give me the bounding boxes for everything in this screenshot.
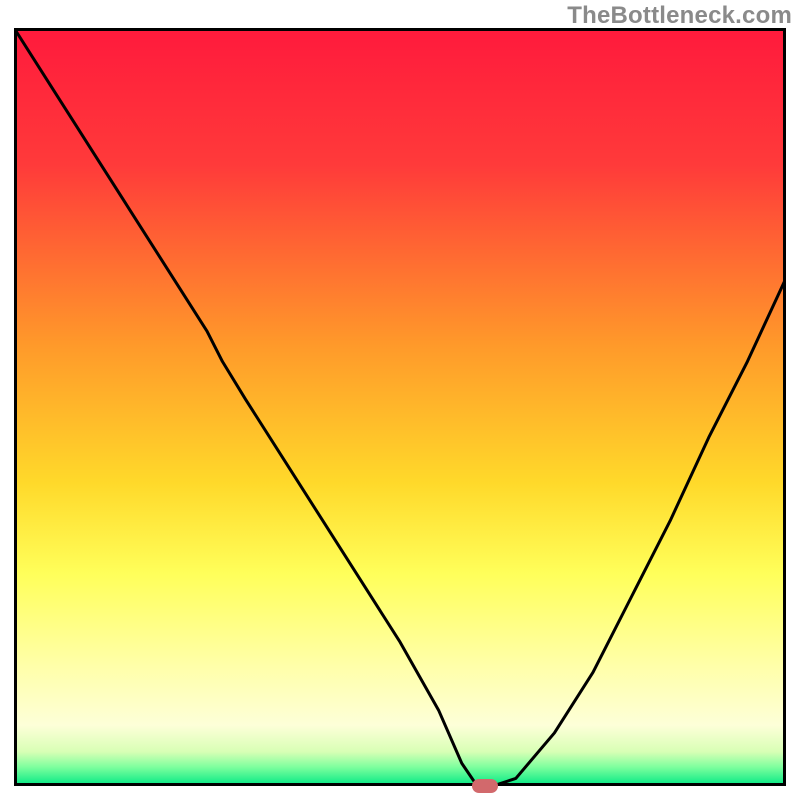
minimum-marker xyxy=(472,779,498,793)
chart-container: TheBottleneck.com xyxy=(0,0,800,800)
plot-area xyxy=(14,28,786,786)
gradient-background xyxy=(14,28,786,786)
attribution-text: TheBottleneck.com xyxy=(567,2,792,30)
chart-svg xyxy=(14,28,786,786)
